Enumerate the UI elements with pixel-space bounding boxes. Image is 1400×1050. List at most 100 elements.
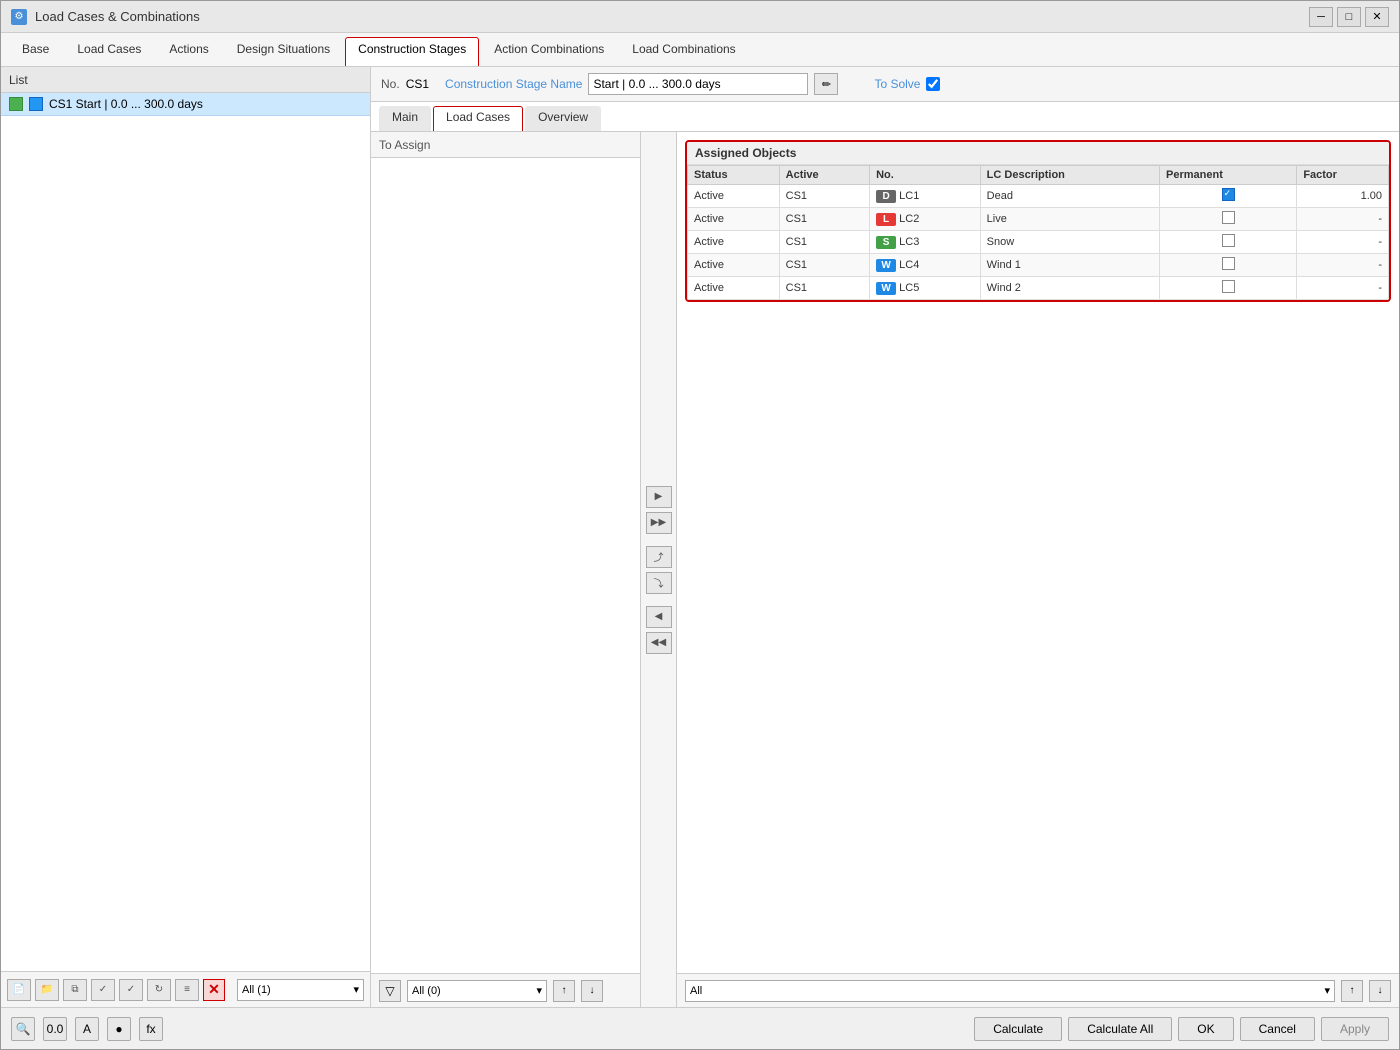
ok-button[interactable]: OK bbox=[1178, 1017, 1233, 1041]
list-filter-text: All (1) bbox=[242, 984, 271, 996]
window-controls: ─ □ ✕ bbox=[1309, 7, 1389, 27]
cell-permanent[interactable] bbox=[1160, 277, 1297, 300]
close-button[interactable]: ✕ bbox=[1365, 7, 1389, 27]
text-icon[interactable]: A bbox=[75, 1017, 99, 1041]
check2-button[interactable]: ✓ bbox=[119, 979, 143, 1001]
cs-solve-checkbox[interactable] bbox=[926, 77, 940, 91]
minimize-button[interactable]: ─ bbox=[1309, 7, 1333, 27]
cell-factor: - bbox=[1297, 277, 1389, 300]
sort-button[interactable]: ≡ bbox=[175, 979, 199, 1001]
cs-solve-field: To Solve bbox=[854, 77, 940, 91]
item-text: CS1 Start | 0.0 ... 300.0 days bbox=[49, 97, 203, 111]
table-row: Active CS1 S LC3 Snow - bbox=[688, 231, 1389, 254]
content-area: To Assign ▽ All (0) ▾ ↑ ↓ ▶ bbox=[371, 132, 1399, 1007]
sub-tab-overview[interactable]: Overview bbox=[525, 106, 601, 131]
apply-button[interactable]: Apply bbox=[1321, 1017, 1389, 1041]
list-item[interactable]: CS1 Start | 0.0 ... 300.0 days bbox=[1, 93, 370, 116]
right-panel: No. CS1 Construction Stage Name ✏ To Sol… bbox=[371, 67, 1399, 1007]
cell-permanent[interactable] bbox=[1160, 208, 1297, 231]
item-icon-green bbox=[9, 97, 23, 111]
refresh-button[interactable]: ↻ bbox=[147, 979, 171, 1001]
add-button[interactable]: 📄 bbox=[7, 979, 31, 1001]
function-icon[interactable]: fx bbox=[139, 1017, 163, 1041]
calculate-button[interactable]: Calculate bbox=[974, 1017, 1062, 1041]
col-no: No. bbox=[870, 166, 981, 185]
table-row: Active CS1 W LC4 Wind 1 - bbox=[688, 254, 1389, 277]
number-icon[interactable]: 0.0 bbox=[43, 1017, 67, 1041]
left-panel: List CS1 Start | 0.0 ... 300.0 days 📄 📁 … bbox=[1, 67, 371, 1007]
cell-permanent[interactable] bbox=[1160, 231, 1297, 254]
main-content: List CS1 Start | 0.0 ... 300.0 days 📄 📁 … bbox=[1, 67, 1399, 1007]
cs-no-label: No. bbox=[381, 77, 400, 91]
assign-filter-button[interactable]: ▽ bbox=[379, 980, 401, 1002]
assign-sort-asc-button[interactable]: ↑ bbox=[553, 980, 575, 1002]
cell-badge: W LC4 bbox=[870, 254, 981, 277]
sub-tab-bar: Main Load Cases Overview bbox=[371, 102, 1399, 132]
tab-design-situations[interactable]: Design Situations bbox=[224, 37, 343, 66]
tab-load-cases[interactable]: Load Cases bbox=[64, 37, 154, 66]
assigned-dropdown[interactable]: All ▾ bbox=[685, 980, 1335, 1002]
tab-load-combinations[interactable]: Load Combinations bbox=[619, 37, 748, 66]
title-bar-left: ⚙ Load Cases & Combinations bbox=[11, 9, 200, 25]
folder-button[interactable]: 📁 bbox=[35, 979, 59, 1001]
check1-button[interactable]: ✓ bbox=[91, 979, 115, 1001]
cell-status: Active bbox=[688, 254, 780, 277]
move-down-button[interactable]: ⤵ bbox=[646, 572, 672, 594]
assigned-sort-asc-button[interactable]: ↑ bbox=[1341, 980, 1363, 1002]
cell-permanent[interactable] bbox=[1160, 254, 1297, 277]
tab-action-combinations[interactable]: Action Combinations bbox=[481, 37, 617, 66]
assigned-panel: Assigned Objects Status Active No. LC De… bbox=[677, 132, 1399, 1007]
permanent-checkbox[interactable] bbox=[1222, 234, 1235, 247]
cell-permanent[interactable] bbox=[1160, 185, 1297, 208]
cell-badge: D LC1 bbox=[870, 185, 981, 208]
col-permanent: Permanent bbox=[1160, 166, 1297, 185]
list-filter-dropdown[interactable]: All (1) ▾ bbox=[237, 979, 364, 1001]
circle-icon[interactable]: ● bbox=[107, 1017, 131, 1041]
permanent-checkbox[interactable] bbox=[1222, 257, 1235, 270]
assigned-table: Status Active No. LC Description Permane… bbox=[687, 165, 1389, 300]
assign-sort-desc-button[interactable]: ↓ bbox=[581, 980, 603, 1002]
move-all-right-button[interactable]: ▶▶ bbox=[646, 512, 672, 534]
app-icon: ⚙ bbox=[11, 9, 27, 25]
move-all-left-button[interactable]: ◀◀ bbox=[646, 632, 672, 654]
move-right-button[interactable]: ▶ bbox=[646, 486, 672, 508]
restore-button[interactable]: □ bbox=[1337, 7, 1361, 27]
permanent-checkbox[interactable] bbox=[1222, 280, 1235, 293]
sub-tab-main[interactable]: Main bbox=[379, 106, 431, 131]
assigned-sort-desc-button[interactable]: ↓ bbox=[1369, 980, 1391, 1002]
cell-desc: Snow bbox=[980, 231, 1159, 254]
tab-actions[interactable]: Actions bbox=[156, 37, 221, 66]
sub-tab-load-cases[interactable]: Load Cases bbox=[433, 106, 523, 131]
cs-header: No. CS1 Construction Stage Name ✏ To Sol… bbox=[371, 67, 1399, 102]
move-up-button[interactable]: ⤴ bbox=[646, 546, 672, 568]
cell-factor: 1.00 bbox=[1297, 185, 1389, 208]
tab-construction-stages[interactable]: Construction Stages bbox=[345, 37, 479, 66]
cell-desc: Wind 2 bbox=[980, 277, 1159, 300]
assigned-box-header: Assigned Objects bbox=[687, 142, 1389, 165]
col-status: Status bbox=[688, 166, 780, 185]
assign-dropdown-text: All (0) bbox=[412, 985, 441, 997]
status-icons: 🔍 0.0 A ● fx bbox=[11, 1017, 163, 1041]
move-left-button[interactable]: ◀ bbox=[646, 606, 672, 628]
search-icon[interactable]: 🔍 bbox=[11, 1017, 35, 1041]
col-lc-desc: LC Description bbox=[980, 166, 1159, 185]
cell-badge: S LC3 bbox=[870, 231, 981, 254]
cancel-button[interactable]: Cancel bbox=[1240, 1017, 1315, 1041]
dropdown-arrow-icon: ▾ bbox=[353, 983, 359, 996]
permanent-checkbox[interactable] bbox=[1222, 211, 1235, 224]
cell-status: Active bbox=[688, 208, 780, 231]
cell-desc: Dead bbox=[980, 185, 1159, 208]
cs-edit-button[interactable]: ✏ bbox=[814, 73, 838, 95]
assign-dropdown[interactable]: All (0) ▾ bbox=[407, 980, 547, 1002]
assigned-box: Assigned Objects Status Active No. LC De… bbox=[685, 140, 1391, 302]
cell-badge: W LC5 bbox=[870, 277, 981, 300]
cell-status: Active bbox=[688, 185, 780, 208]
copy-button[interactable]: ⧉ bbox=[63, 979, 87, 1001]
tab-base[interactable]: Base bbox=[9, 37, 62, 66]
title-bar: ⚙ Load Cases & Combinations ─ □ ✕ bbox=[1, 1, 1399, 33]
cs-name-input[interactable] bbox=[588, 73, 808, 95]
delete-button[interactable]: ✕ bbox=[203, 979, 225, 1001]
calculate-all-button[interactable]: Calculate All bbox=[1068, 1017, 1172, 1041]
assign-panel: To Assign ▽ All (0) ▾ ↑ ↓ bbox=[371, 132, 641, 1007]
permanent-checkbox[interactable] bbox=[1222, 188, 1235, 201]
